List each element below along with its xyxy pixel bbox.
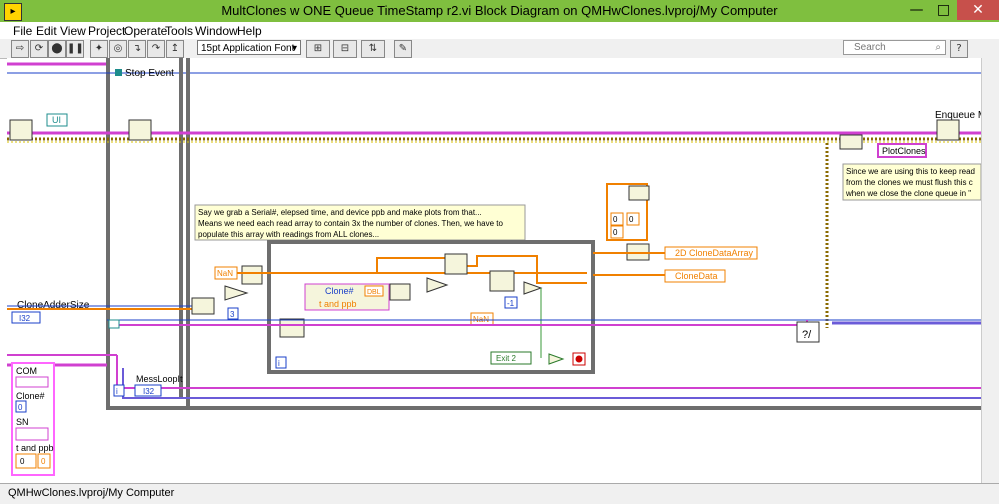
font-select[interactable]: 15pt Application Font ▾ [197, 40, 301, 55]
array-constant-icon [628, 185, 650, 201]
search-placeholder: Search [854, 42, 886, 53]
menu-project[interactable]: Project [88, 24, 125, 38]
multiply-node-1[interactable] [224, 285, 249, 301]
svg-text:t and ppb: t and ppb [319, 299, 357, 309]
menu-bar: File Edit View Project Operate Tools Win… [0, 22, 999, 39]
step-out-icon[interactable]: ↥ [166, 40, 184, 58]
menu-window[interactable]: Window [195, 24, 238, 38]
run-arrow-icon[interactable]: ⇨ [11, 40, 29, 58]
svg-text:populate this array with readi: populate this array with readings from A… [198, 230, 379, 239]
plotclones-string: PlotClones [882, 146, 926, 156]
shift-register-terminal [115, 69, 122, 76]
com-field[interactable] [15, 376, 49, 388]
multiply-node-2[interactable] [426, 277, 449, 293]
enqueue-label: Enqueue Me [935, 110, 981, 121]
svg-text:I32: I32 [143, 387, 155, 396]
svg-text:0: 0 [629, 215, 634, 224]
vertical-scrollbar[interactable] [981, 58, 999, 483]
diagram-canvas: Stop Event UI Enqueue Me PlotClones Sinc… [7, 58, 981, 476]
search-input[interactable]: Search ⌕ [843, 40, 946, 55]
svg-text:0: 0 [613, 228, 618, 237]
svg-text:i: i [116, 387, 118, 396]
svg-text:t and ppb: t and ppb [16, 443, 54, 453]
svg-text:?/: ?/ [802, 329, 812, 341]
initialize-array-icon[interactable] [241, 265, 263, 285]
menu-edit[interactable]: Edit [36, 24, 57, 38]
toolbar: ⇨ ⟳ ⬤ ❚❚ ✦ ◎ ↴ ↷ ↥ 15pt Application Font… [0, 39, 999, 59]
svg-text:Since we are using this to kee: Since we are using this to keep read [846, 167, 975, 176]
svg-text:Clone#: Clone# [16, 391, 45, 401]
cleanup-diagram-icon[interactable]: ✎ [394, 40, 412, 58]
svg-text:NaN: NaN [217, 269, 233, 278]
svg-text:MessLoopIt: MessLoopIt [136, 374, 183, 384]
menu-operate[interactable]: Operate [124, 24, 167, 38]
svg-text:Say we grab a Serial#, elepsed: Say we grab a Serial#, elepsed time, and… [198, 208, 482, 217]
svg-text:Exit 2: Exit 2 [496, 354, 517, 363]
unbundle-node-icon[interactable] [9, 119, 33, 141]
minimize-button[interactable]: — [903, 0, 930, 20]
abort-icon[interactable]: ⬤ [48, 40, 66, 58]
svg-text:3: 3 [230, 310, 235, 319]
or-node[interactable] [548, 353, 565, 365]
svg-text:when we close the clone queue: when we close the clone queue in " [845, 189, 971, 198]
status-bar: QMHwClones.lvproj/My Computer [0, 483, 999, 504]
svg-text:Means we need each read array: Means we need each read array to contain… [198, 219, 503, 228]
maximize-button[interactable]: □ [930, 0, 957, 20]
svg-text:SN: SN [16, 417, 29, 427]
distribute-objects-icon[interactable]: ⊟ [333, 40, 357, 58]
pause-icon[interactable]: ❚❚ [66, 40, 84, 58]
font-select-value: 15pt Application Font [201, 43, 295, 54]
menu-view[interactable]: View [60, 24, 86, 38]
svg-text:COM: COM [16, 366, 37, 376]
chevron-down-icon: ▾ [291, 43, 297, 54]
reorder-icon[interactable]: ⇅ [361, 40, 385, 58]
array-subset-icon[interactable] [279, 318, 305, 338]
ui-label: UI [52, 115, 61, 125]
t-and-ppb-array[interactable] [15, 453, 37, 469]
menu-help[interactable]: Help [237, 24, 262, 38]
block-diagram[interactable]: Stop Event UI Enqueue Me PlotClones Sinc… [7, 58, 981, 483]
svg-text:from the clones we must flush: from the clones we must flush this c [846, 178, 973, 187]
step-into-icon[interactable]: ↴ [128, 40, 146, 58]
svg-text:Clone#: Clone# [325, 286, 354, 296]
search-icon: ⌕ [935, 42, 941, 53]
svg-text:-1: -1 [507, 299, 515, 308]
run-continuously-icon[interactable]: ⟳ [30, 40, 48, 58]
bundle-by-name-icon[interactable] [839, 134, 863, 150]
svg-text:0: 0 [18, 403, 23, 412]
svg-text:DBL: DBL [367, 289, 381, 296]
svg-text:I32: I32 [19, 314, 31, 323]
build-array-icon-2[interactable] [389, 283, 411, 301]
window-title: MultClones w ONE Queue TimeStamp r2.vi B… [221, 3, 778, 18]
enqueue-node-icon[interactable] [936, 119, 960, 141]
menu-file[interactable]: File [13, 24, 32, 38]
build-array-icon[interactable] [191, 297, 215, 315]
svg-text:0: 0 [613, 215, 618, 224]
bundle-node-icon[interactable] [128, 119, 152, 141]
retain-wire-values-icon[interactable]: ◎ [109, 40, 127, 58]
close-button[interactable]: ✕ [957, 0, 999, 20]
replace-array-subset-icon[interactable] [444, 253, 468, 275]
step-over-icon[interactable]: ↷ [147, 40, 165, 58]
project-path: QMHwClones.lvproj/My Computer [8, 487, 175, 499]
case-selector-terminal[interactable] [108, 319, 120, 329]
svg-text:2D CloneDataArray: 2D CloneDataArray [675, 248, 754, 258]
while-loop-frame-left [106, 58, 190, 410]
svg-text:i: i [278, 359, 280, 368]
title-bar: ▸ MultClones w ONE Queue TimeStamp r2.vi… [0, 0, 999, 22]
highlight-execution-icon[interactable]: ✦ [90, 40, 108, 58]
svg-text:0: 0 [41, 457, 46, 466]
sn-field[interactable] [15, 427, 49, 441]
menu-tools[interactable]: Tools [165, 24, 193, 38]
stop-event-label: Stop Event [125, 68, 174, 79]
search-array-icon[interactable] [489, 270, 515, 292]
svg-text:0: 0 [20, 457, 25, 466]
help-icon[interactable]: ? [950, 40, 968, 58]
svg-text:CloneData: CloneData [675, 271, 718, 281]
align-objects-icon[interactable]: ⊞ [306, 40, 330, 58]
